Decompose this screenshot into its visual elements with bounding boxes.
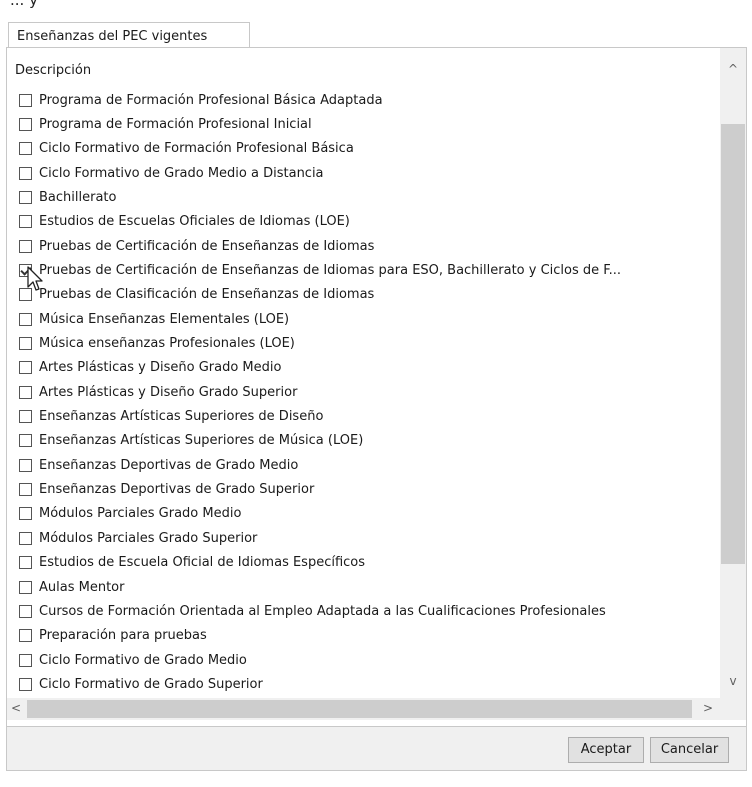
checkbox[interactable] — [19, 653, 32, 667]
checkbox[interactable] — [19, 604, 32, 618]
list-item-label: Artes Plásticas y Diseño Grado Medio — [39, 360, 282, 376]
list-item-label: Preparación para pruebas — [39, 628, 207, 644]
checkbox[interactable] — [19, 239, 32, 253]
checkbox[interactable] — [19, 458, 32, 472]
list-item-label: Enseñanzas Deportivas de Grado Medio — [39, 457, 299, 473]
list-item[interactable]: Programa de Formación Profesional Inicia… — [19, 112, 312, 136]
list-item-label: Ciclo Formativo de Grado Medio — [39, 652, 247, 668]
list-item[interactable]: Pruebas de Clasificación de Enseñanzas d… — [19, 283, 374, 307]
list-item[interactable]: Ciclo Formativo de Grado Medio — [19, 648, 247, 672]
list-item-label: Módulos Parciales Grado Superior — [39, 530, 258, 546]
list-item[interactable]: Ciclo Formativo de Grado Medio a Distanc… — [19, 161, 324, 185]
scroll-left-icon[interactable]: < — [7, 701, 25, 715]
list-item[interactable]: Estudios de Escuelas Oficiales de Idioma… — [19, 210, 350, 234]
list-item-label: Artes Plásticas y Diseño Grado Superior — [39, 384, 298, 400]
list-item[interactable]: Pruebas de Certificación de Enseñanzas d… — [19, 234, 374, 258]
list-item[interactable]: Módulos Parciales Grado Superior — [19, 526, 257, 550]
list-item[interactable]: Preparación para pruebas — [19, 624, 207, 648]
list-item[interactable]: Cursos de Formación Orientada al Empleo … — [19, 599, 606, 623]
list-item[interactable]: Enseñanzas Deportivas de Grado Superior — [19, 478, 314, 502]
list-item-label: Cursos de Formación Orientada al Empleo … — [39, 603, 606, 619]
vertical-scroll-thumb[interactable] — [721, 124, 745, 564]
mouse-cursor-icon — [27, 266, 43, 291]
checkbox[interactable] — [19, 215, 32, 229]
dialog-footer: Aceptar Cancelar — [6, 727, 747, 771]
list-item-label: Enseñanzas Artísticas Superiores de Músi… — [39, 433, 364, 449]
checkbox[interactable] — [19, 312, 32, 326]
list-item-label: Pruebas de Clasificación de Enseñanzas d… — [39, 287, 375, 303]
accept-button[interactable]: Aceptar — [568, 737, 644, 763]
list-item[interactable]: Música Enseñanzas Elementales (LOE) — [19, 307, 289, 331]
list-item-label: Aulas Mentor — [39, 579, 125, 595]
list-item[interactable]: Aulas Mentor — [19, 575, 124, 599]
checkbox-list: Programa de Formación Profesional Básica… — [7, 88, 719, 698]
window-title: ... y — [10, 0, 38, 9]
checkbox[interactable] — [19, 93, 32, 107]
list-item-label: Enseñanzas Artísticas Superiores de Dise… — [39, 409, 324, 425]
list-item[interactable]: Artes Plásticas y Diseño Grado Superior — [19, 380, 297, 404]
checkbox[interactable] — [19, 507, 32, 521]
scroll-up-icon[interactable]: ^ — [720, 62, 746, 76]
checkbox[interactable] — [19, 410, 32, 424]
list-item-label: Estudios de Escuela Oficial de Idiomas E… — [39, 555, 366, 571]
list-item-label: Módulos Parciales Grado Medio — [39, 506, 242, 522]
checkbox[interactable] — [19, 434, 32, 448]
horizontal-scrollbar[interactable]: < > — [7, 698, 746, 720]
checkbox[interactable] — [19, 166, 32, 180]
checkbox[interactable] — [19, 677, 32, 691]
list-item[interactable]: Ciclo Formativo de Grado Superior — [19, 672, 263, 696]
list-item[interactable]: Estudios de Escuela Oficial de Idiomas E… — [19, 551, 365, 575]
checkbox[interactable] — [19, 531, 32, 545]
list-item[interactable]: Módulos Parciales Grado Medio — [19, 502, 241, 526]
checkbox[interactable] — [19, 556, 32, 570]
cancel-button[interactable]: Cancelar — [650, 737, 729, 763]
list-item[interactable]: Artes Plásticas y Diseño Grado Medio — [19, 356, 281, 380]
checkbox[interactable] — [19, 142, 32, 156]
column-header-descripcion[interactable]: Descripción — [15, 63, 91, 78]
window-title-cut: ... y — [0, 0, 752, 18]
list-item-label: Música enseñanzas Profesionales (LOE) — [39, 336, 295, 351]
list-item[interactable]: Pruebas de Certificación de Enseñanzas d… — [19, 258, 621, 282]
horizontal-scroll-thumb[interactable] — [27, 700, 692, 718]
checkbox[interactable] — [19, 337, 32, 350]
list-item[interactable]: Enseñanzas Artísticas Superiores de Músi… — [19, 429, 363, 453]
checkbox[interactable] — [19, 483, 32, 497]
list-item[interactable]: Ciclo Formativo de Formación Profesional… — [19, 137, 354, 161]
list-item[interactable]: Enseñanzas Artísticas Superiores de Dise… — [19, 405, 323, 429]
checkbox[interactable] — [19, 580, 32, 594]
checkbox[interactable] — [19, 629, 32, 643]
checkbox[interactable] — [19, 190, 32, 204]
list-item[interactable]: Enseñanzas Deportivas de Grado Medio — [19, 453, 298, 477]
list-item-label: Música Enseñanzas Elementales (LOE) — [39, 311, 290, 327]
list-item-label: Enseñanzas Deportivas de Grado Superior — [39, 482, 315, 498]
scroll-down-icon[interactable]: v — [720, 674, 746, 688]
list-item[interactable]: Música enseñanzas Profesionales (LOE) — [19, 332, 295, 356]
list-item-label: Programa de Formación Profesional Inicia… — [39, 116, 312, 132]
list-item-label: Ciclo Formativo de Grado Superior — [39, 676, 263, 692]
list-item-label: Ciclo Formativo de Formación Profesional… — [39, 141, 354, 157]
list-item-label: Estudios de Escuelas Oficiales de Idioma… — [39, 214, 350, 230]
list-item[interactable]: Programa de Formación Profesional Básica… — [19, 88, 383, 112]
list-item-label: Programa de Formación Profesional Básica… — [39, 92, 383, 108]
list-item-label: Pruebas de Certificación de Enseñanzas d… — [39, 238, 375, 254]
tab-ensenanzas[interactable]: Enseñanzas del PEC vigentes — [8, 22, 250, 48]
list-item[interactable]: Bachillerato — [19, 185, 116, 209]
list-item-label: Bachillerato — [39, 189, 117, 205]
list-item-label: Ciclo Formativo de Grado Medio a Distanc… — [39, 165, 324, 181]
list-panel: Descripción Programa de Formación Profes… — [6, 47, 747, 727]
checkbox[interactable] — [19, 385, 32, 399]
vertical-scrollbar[interactable]: ^ v — [720, 48, 746, 698]
list-item-label: Pruebas de Certificación de Enseñanzas d… — [39, 262, 622, 278]
checkbox[interactable] — [19, 361, 32, 375]
scroll-right-icon[interactable]: > — [699, 701, 717, 715]
tab-label: Enseñanzas del PEC vigentes — [17, 29, 208, 44]
checkbox[interactable] — [19, 117, 32, 131]
